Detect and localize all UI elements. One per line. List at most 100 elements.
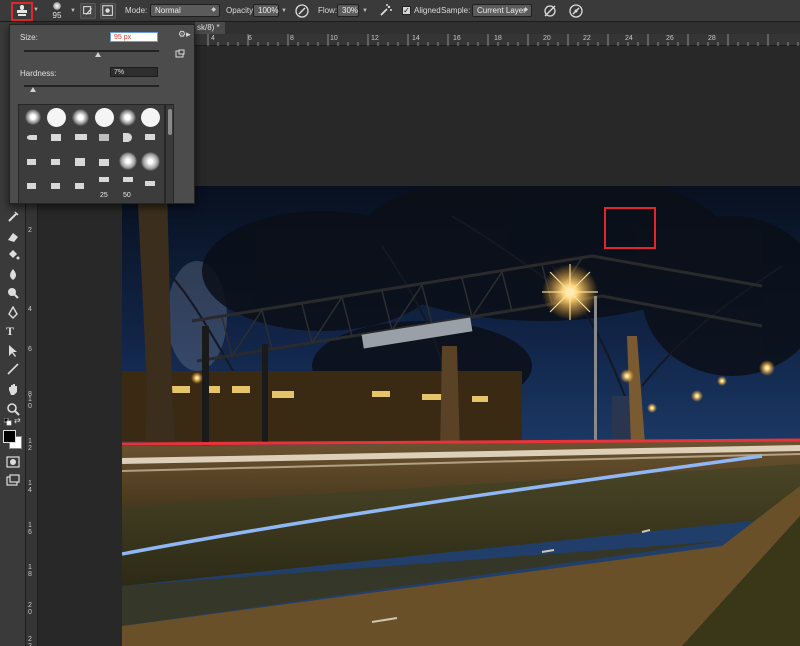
paint-bucket-icon[interactable] bbox=[6, 248, 20, 262]
brush-tip[interactable] bbox=[123, 177, 133, 182]
document-tab[interactable]: sk/8) * bbox=[195, 22, 225, 34]
brush-tip[interactable] bbox=[123, 133, 132, 142]
brush-tip[interactable] bbox=[27, 159, 36, 165]
swap-colors-icon[interactable]: ⇄ bbox=[14, 416, 21, 425]
brush-tip[interactable] bbox=[27, 183, 36, 189]
brush-tip[interactable] bbox=[75, 183, 84, 189]
sample-chevron-icon: ◆ bbox=[523, 7, 528, 13]
size-label: Size: bbox=[20, 33, 38, 42]
brush-tip[interactable] bbox=[145, 134, 155, 140]
pen-icon[interactable] bbox=[6, 306, 20, 320]
photo-canvas[interactable] bbox=[122, 186, 800, 646]
ruler-tick: 1 8 bbox=[28, 564, 32, 578]
brush-tip[interactable] bbox=[141, 152, 160, 171]
pressure-size-icon[interactable] bbox=[568, 3, 584, 19]
brush-tip[interactable] bbox=[51, 159, 60, 165]
brush-tip-grid: 25 50 bbox=[18, 104, 165, 204]
opacity-chevron-icon[interactable]: ▼ bbox=[281, 8, 287, 14]
path-selection-icon[interactable] bbox=[6, 344, 20, 358]
aligned-checkbox[interactable]: ✓ bbox=[402, 6, 411, 15]
tool-preset-picker[interactable]: ▼ bbox=[3, 1, 39, 21]
quick-mask-icon[interactable] bbox=[6, 455, 20, 469]
size-slider-track[interactable] bbox=[24, 50, 159, 52]
brush-tip[interactable] bbox=[141, 108, 160, 127]
mode-label: Mode: bbox=[125, 6, 148, 15]
ruler-tick: 2 2 bbox=[28, 636, 32, 646]
brush-tip[interactable] bbox=[51, 134, 61, 141]
ruler-tick: 1 0 bbox=[28, 396, 32, 410]
brush-tip[interactable] bbox=[25, 109, 41, 125]
brush-tip[interactable] bbox=[145, 181, 155, 186]
settings-gear-icon[interactable]: ⚙▸ bbox=[178, 29, 191, 40]
zoom-icon[interactable] bbox=[6, 402, 20, 416]
photoshop-window: ▼ 95 ▼ Mode: Normal ◆ Opacity: 100% ▼ Fl… bbox=[0, 0, 800, 646]
airbrush-flow-icon[interactable] bbox=[378, 3, 394, 19]
tip-size-label: 50 bbox=[123, 192, 131, 199]
brush-tip[interactable] bbox=[119, 109, 136, 126]
brush-tip[interactable] bbox=[119, 152, 137, 170]
brush-tip[interactable] bbox=[51, 183, 60, 189]
flow-chevron-icon[interactable]: ▼ bbox=[362, 8, 368, 14]
opacity-label: Opacity: bbox=[226, 6, 256, 15]
blur-icon[interactable] bbox=[6, 268, 20, 282]
brush-tip[interactable] bbox=[27, 135, 37, 140]
new-preset-icon[interactable] bbox=[175, 49, 185, 59]
mode-select[interactable]: Normal ◆ bbox=[150, 4, 220, 17]
size-slider-handle[interactable] bbox=[95, 52, 102, 57]
clone-source-icon[interactable] bbox=[100, 3, 116, 19]
ruler-tick: 2 0 bbox=[28, 602, 32, 616]
flow-input[interactable]: 30% bbox=[337, 4, 359, 17]
type-icon[interactable]: T bbox=[6, 324, 20, 338]
sample-select[interactable]: Current Layer ◆ bbox=[472, 4, 532, 17]
foreground-color-swatch[interactable] bbox=[3, 430, 16, 443]
brush-preset-picker[interactable]: 95 bbox=[44, 1, 70, 21]
brush-panel-icon[interactable] bbox=[80, 3, 96, 19]
brush-tip[interactable] bbox=[99, 159, 109, 166]
size-input[interactable]: 95 px bbox=[110, 32, 158, 42]
brush-preset-picker-panel: Size: 95 px ⚙▸ Hardness: 7% 25 50 bbox=[9, 24, 195, 204]
opacity-value: 100% bbox=[258, 6, 279, 15]
brush-tip-scrollbar-thumb[interactable] bbox=[168, 109, 172, 135]
line-icon[interactable] bbox=[6, 362, 20, 376]
mode-value: Normal bbox=[155, 6, 181, 15]
flow-value: 30% bbox=[342, 6, 359, 15]
ruler-tick: 2 bbox=[28, 227, 32, 234]
sample-value: Current Layer bbox=[477, 6, 526, 15]
default-colors-icon[interactable] bbox=[4, 418, 12, 426]
hardness-input[interactable]: 7% bbox=[110, 67, 158, 77]
ruler-tick: 6 bbox=[28, 346, 32, 353]
options-bar: ▼ 95 ▼ Mode: Normal ◆ Opacity: 100% ▼ Fl… bbox=[0, 0, 800, 22]
mode-chevron-icon: ◆ bbox=[211, 7, 216, 13]
ignore-adjustment-layers-icon[interactable] bbox=[542, 3, 558, 19]
opacity-input[interactable]: 100% bbox=[253, 4, 279, 17]
brush-tip[interactable] bbox=[99, 177, 109, 182]
brush-tip[interactable] bbox=[75, 158, 85, 166]
brush-tip[interactable] bbox=[72, 109, 89, 126]
ruler-tick: 1 6 bbox=[28, 522, 32, 536]
dodge-icon[interactable] bbox=[6, 286, 20, 300]
hardness-slider-track[interactable] bbox=[24, 85, 159, 87]
brush-size-readout: 95 bbox=[52, 11, 62, 20]
hand-icon[interactable] bbox=[6, 382, 20, 396]
brush-tip[interactable] bbox=[75, 134, 87, 140]
hardness-label: Hardness: bbox=[20, 69, 57, 78]
brush-tip[interactable] bbox=[47, 108, 66, 127]
tool-preset-chevron-down-icon: ▼ bbox=[33, 7, 39, 13]
clone-stamp-icon bbox=[17, 5, 27, 16]
screen-mode-icon[interactable] bbox=[6, 474, 20, 488]
brush-tip[interactable] bbox=[95, 108, 114, 127]
pressure-opacity-icon[interactable] bbox=[294, 3, 310, 19]
aligned-label: Aligned bbox=[414, 6, 441, 15]
eraser-icon[interactable] bbox=[6, 230, 20, 244]
ruler-tick: 4 bbox=[28, 306, 32, 313]
brush-preset-chevron-down-icon[interactable]: ▼ bbox=[70, 8, 76, 14]
hardness-slider-handle[interactable] bbox=[30, 87, 37, 92]
brush-tip[interactable] bbox=[99, 134, 109, 141]
sample-label: Sample: bbox=[441, 6, 471, 15]
brush-tip-scrollbar[interactable] bbox=[165, 104, 174, 204]
night-street-photo bbox=[122, 186, 800, 646]
history-brush-icon[interactable] bbox=[6, 210, 20, 224]
flow-label: Flow: bbox=[318, 6, 338, 15]
ruler-tick: 1 4 bbox=[28, 480, 32, 494]
brush-tip-preview bbox=[53, 2, 61, 10]
